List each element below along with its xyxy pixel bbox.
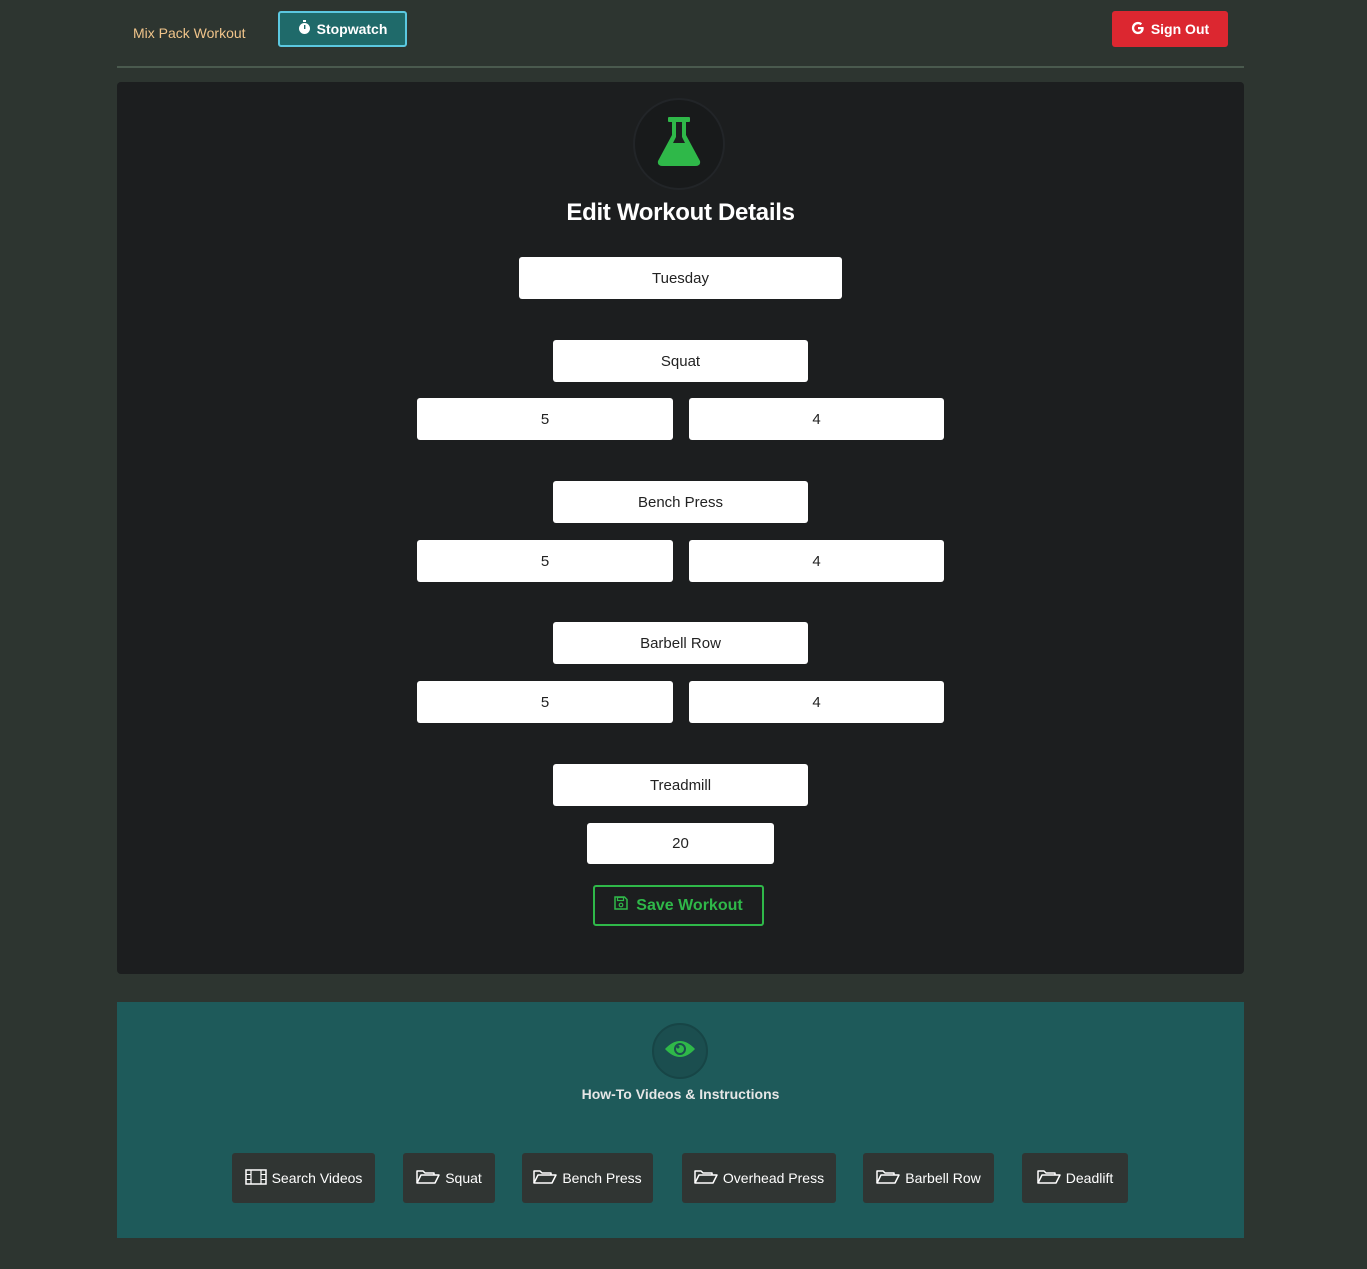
how-to-videos-section: How-To Videos & Instructions Search Vide…: [117, 1002, 1244, 1238]
bench-press-video-button[interactable]: Bench Press: [522, 1153, 653, 1203]
stopwatch-button[interactable]: Stopwatch: [278, 11, 407, 47]
sign-out-button[interactable]: Sign Out: [1112, 11, 1228, 47]
folder-open-icon: [1037, 1169, 1061, 1188]
day-input[interactable]: Tuesday: [519, 257, 842, 299]
sets-input[interactable]: 5: [417, 540, 673, 582]
save-workout-label: Save Workout: [636, 896, 743, 914]
stopwatch-icon: [298, 20, 311, 38]
folder-open-icon: [533, 1169, 558, 1188]
save-workout-button[interactable]: Save Workout: [593, 885, 764, 926]
navbar: Mix Pack Workout Stopwatch Sign Out: [117, 0, 1244, 68]
overhead-press-video-label: Overhead Press: [722, 1170, 825, 1186]
reps-input[interactable]: 4: [689, 540, 944, 582]
cardio-minutes-input[interactable]: 20: [587, 823, 774, 864]
search-videos-label: Search Videos: [271, 1170, 363, 1186]
film-icon: [244, 1168, 267, 1188]
flask-badge: [633, 98, 725, 190]
barbell-row-video-label: Barbell Row: [905, 1170, 981, 1186]
reps-input[interactable]: 4: [689, 398, 944, 440]
sign-out-label: Sign Out: [1150, 21, 1210, 37]
cardio-name-input[interactable]: Treadmill: [553, 764, 808, 806]
stopwatch-label: Stopwatch: [316, 21, 388, 37]
eye-icon: [664, 1039, 696, 1064]
exercise-name-input[interactable]: Squat: [553, 340, 808, 382]
sets-input[interactable]: 5: [417, 681, 673, 723]
overhead-press-video-button[interactable]: Overhead Press: [682, 1153, 836, 1203]
flask-icon: [657, 116, 701, 172]
eye-badge: [652, 1023, 708, 1079]
bench-press-video-label: Bench Press: [562, 1170, 642, 1186]
edit-workout-card: Edit Workout Details Tuesday Squat 5 4 B…: [117, 82, 1244, 974]
reps-input[interactable]: 4: [689, 681, 944, 723]
squat-video-button[interactable]: Squat: [403, 1153, 495, 1203]
sets-input[interactable]: 5: [417, 398, 673, 440]
deadlift-video-label: Deadlift: [1065, 1170, 1114, 1186]
page-title: Edit Workout Details: [566, 199, 795, 226]
squat-video-label: Squat: [445, 1170, 482, 1186]
barbell-row-video-button[interactable]: Barbell Row: [863, 1153, 994, 1203]
save-icon: [614, 896, 629, 915]
videos-section-title: How-To Videos & Instructions: [581, 1086, 780, 1102]
exercise-name-input[interactable]: Bench Press: [553, 481, 808, 523]
search-videos-button[interactable]: Search Videos: [232, 1153, 375, 1203]
folder-open-icon: [416, 1169, 440, 1188]
deadlift-video-button[interactable]: Deadlift: [1022, 1153, 1128, 1203]
folder-open-icon: [694, 1169, 718, 1188]
brand-link[interactable]: Mix Pack Workout: [133, 25, 246, 41]
google-icon: [1131, 21, 1145, 38]
folder-open-icon: [876, 1169, 900, 1188]
exercise-name-input[interactable]: Barbell Row: [553, 622, 808, 664]
